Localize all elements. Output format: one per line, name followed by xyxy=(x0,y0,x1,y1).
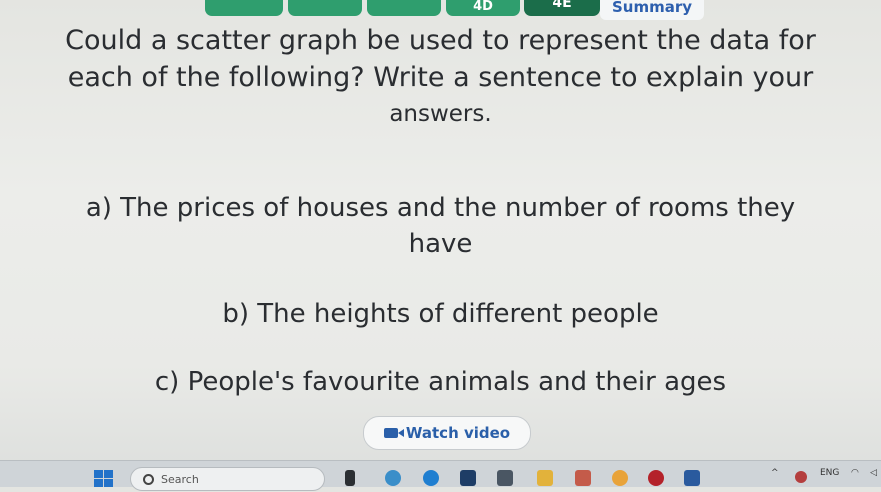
item-a: a) The prices of houses and the number o… xyxy=(0,190,881,262)
word-icon[interactable] xyxy=(684,470,700,486)
file-explorer-icon[interactable] xyxy=(345,470,355,486)
taskbar-search[interactable]: Search xyxy=(130,467,325,491)
question-line-1: Could a scatter graph be used to represe… xyxy=(65,25,816,56)
tab-4d[interactable]: 4D xyxy=(446,0,520,16)
search-icon xyxy=(143,474,154,485)
search-placeholder: Search xyxy=(161,473,199,486)
tab-4e[interactable]: 4E xyxy=(524,0,600,16)
tab-summary[interactable]: Summary xyxy=(600,0,704,20)
tray-chevron-icon[interactable]: ^ xyxy=(771,468,779,478)
question-line-3: answers. xyxy=(389,101,492,127)
item-a-line-1: a) The prices of houses and the number o… xyxy=(85,193,796,223)
watch-video-button[interactable]: Watch video xyxy=(363,416,531,450)
taskbar: Search ^ ENG ◠ ◁ xyxy=(0,460,881,491)
app-icon[interactable] xyxy=(385,470,401,486)
question-line-2: each of the following? Write a sentence … xyxy=(67,62,814,93)
tab-3[interactable] xyxy=(367,0,441,16)
language-indicator[interactable]: ENG xyxy=(820,468,839,478)
windows-logo-icon[interactable] xyxy=(94,470,114,487)
folder-icon[interactable] xyxy=(537,470,553,486)
video-icon xyxy=(383,428,404,438)
item-a-line-2: have xyxy=(408,229,473,259)
chrome-icon[interactable] xyxy=(612,470,628,486)
tray-app-icon[interactable] xyxy=(795,471,807,483)
item-b: b) The heights of different people xyxy=(222,299,659,329)
wifi-icon[interactable]: ◠ xyxy=(851,468,859,478)
item-c: c) People's favourite animals and their … xyxy=(154,367,727,397)
question-text: Could a scatter graph be used to represe… xyxy=(0,22,881,133)
edge-icon[interactable] xyxy=(423,470,439,486)
tab-2[interactable] xyxy=(288,0,362,16)
watch-video-label: Watch video xyxy=(405,424,511,442)
tab-1[interactable] xyxy=(205,0,283,16)
app-icon[interactable] xyxy=(497,470,513,486)
app-icon[interactable] xyxy=(648,470,664,486)
store-icon[interactable] xyxy=(460,470,476,486)
app-icon[interactable] xyxy=(575,470,591,486)
volume-icon[interactable]: ◁ xyxy=(870,468,877,478)
